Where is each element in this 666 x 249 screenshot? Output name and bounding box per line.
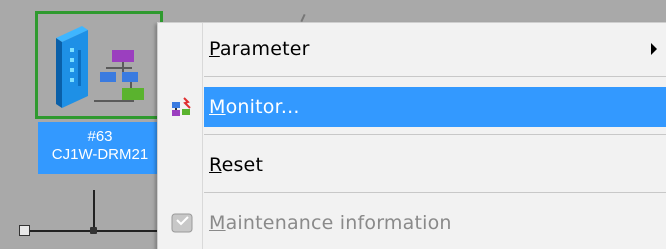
menu-item-label: Parameter xyxy=(209,38,310,60)
menu-item-parameter[interactable]: Parameter xyxy=(158,29,666,69)
menu-item-monitor[interactable]: Monitor... xyxy=(158,87,666,127)
context-menu: Parameter Monitor... Reset Maintenance i… xyxy=(157,22,666,249)
device-node[interactable] xyxy=(35,11,163,119)
menu-separator xyxy=(204,192,666,193)
monitor-icon xyxy=(172,97,191,116)
maintenance-icon xyxy=(171,213,193,233)
menu-separator xyxy=(204,76,666,77)
network-module-icon xyxy=(56,26,144,108)
canvas-mark xyxy=(300,13,306,23)
bus-line-vertical xyxy=(93,190,95,230)
menu-item-label: Reset xyxy=(209,154,264,176)
menu-item-label: Monitor... xyxy=(209,96,300,118)
device-label[interactable]: #63 CJ1W-DRM21 xyxy=(38,122,162,174)
menu-item-reset[interactable]: Reset xyxy=(158,145,666,185)
device-model: CJ1W-DRM21 xyxy=(51,146,149,163)
submenu-arrow-icon xyxy=(651,43,657,55)
menu-item-label: Maintenance information xyxy=(209,212,452,234)
menu-separator xyxy=(204,134,666,135)
device-node-number: #63 xyxy=(87,128,113,145)
bus-connection-dot xyxy=(90,227,97,234)
port-box[interactable] xyxy=(19,225,30,236)
menu-item-maintenance-information[interactable]: Maintenance information xyxy=(158,203,666,243)
